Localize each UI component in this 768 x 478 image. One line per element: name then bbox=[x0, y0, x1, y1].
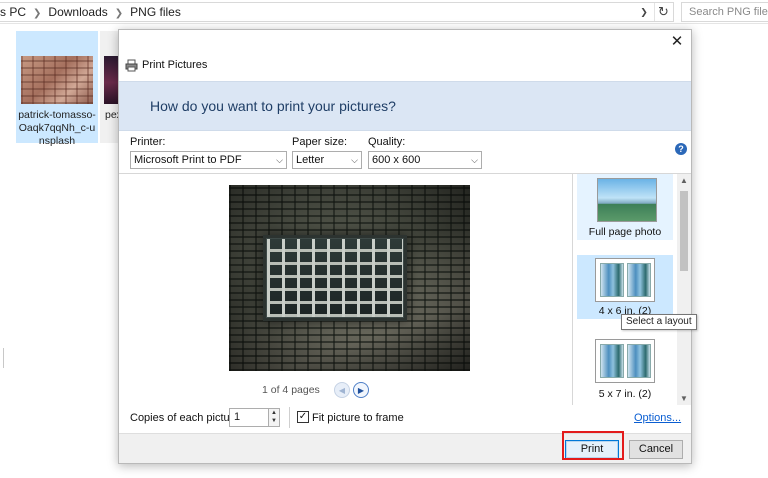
next-page-button[interactable]: ▶ bbox=[353, 382, 369, 398]
breadcrumb-png-files[interactable]: PNG files bbox=[130, 5, 181, 19]
search-placeholder: Search PNG files bbox=[689, 6, 768, 18]
page-counter: 1 of 4 pages bbox=[262, 384, 320, 396]
quality-select[interactable]: 600 x 600 ⌵ bbox=[368, 151, 482, 169]
layout-list: Full page photo 4 x 6 in. (2) 5 x 7 in. … bbox=[573, 173, 691, 405]
previous-page-button[interactable]: ◀ bbox=[334, 382, 350, 398]
layout-mini-photo bbox=[627, 263, 651, 297]
banner-question: How do you want to print your pictures? bbox=[150, 98, 396, 114]
search-input[interactable]: Search PNG files bbox=[681, 2, 768, 22]
copies-label: Copies of each picture: bbox=[130, 412, 243, 424]
quality-label: Quality: bbox=[368, 136, 406, 148]
file-thumbnail bbox=[21, 56, 93, 104]
breadcrumb-downloads[interactable]: Downloads bbox=[48, 5, 107, 19]
copies-stepper[interactable]: ▲ ▼ bbox=[268, 408, 280, 427]
cancel-button[interactable]: Cancel bbox=[629, 440, 683, 459]
quality-value: 600 x 600 bbox=[372, 154, 421, 166]
scroll-up-icon[interactable]: ▲ bbox=[677, 174, 691, 188]
chevron-down-icon: ⌵ bbox=[276, 155, 283, 165]
paper-size-select[interactable]: Letter ⌵ bbox=[292, 151, 362, 169]
layout-full-page-photo[interactable]: Full page photo bbox=[577, 174, 673, 240]
layout-thumbnail bbox=[595, 258, 655, 302]
copies-input[interactable]: 1 bbox=[229, 408, 269, 427]
print-preview: 1 of 4 pages ◀ ▶ bbox=[119, 173, 573, 405]
fit-picture-label[interactable]: Fit picture to frame bbox=[312, 412, 404, 425]
breadcrumb[interactable]: s PC ❯ Downloads ❯ PNG files ❯ ↻ bbox=[0, 2, 674, 22]
print-button-highlight bbox=[562, 431, 624, 460]
layout-thumbnail bbox=[597, 178, 657, 222]
chevron-down-icon: ⌵ bbox=[471, 155, 478, 165]
printer-icon bbox=[125, 59, 138, 72]
options-link[interactable]: Options... bbox=[634, 412, 681, 425]
help-icon[interactable]: ? bbox=[675, 143, 687, 155]
printer-select[interactable]: Microsoft Print to PDF ⌵ bbox=[130, 151, 287, 169]
divider bbox=[3, 348, 4, 368]
chevron-down-icon: ⌵ bbox=[351, 155, 358, 165]
paper-size-value: Letter bbox=[296, 154, 325, 166]
layout-label: 5 x 7 in. (2) bbox=[598, 388, 652, 400]
photo-window-bars bbox=[267, 239, 403, 317]
refresh-icon[interactable]: ↻ bbox=[654, 3, 672, 21]
breadcrumb-path: s PC ❯ Downloads ❯ PNG files bbox=[0, 3, 181, 23]
chevron-right-icon: ❯ bbox=[33, 8, 42, 19]
fit-picture-checkbox[interactable]: ✓ bbox=[297, 411, 309, 423]
printer-label: Printer: bbox=[130, 136, 166, 148]
layout-scrollbar[interactable]: ▲ ▼ bbox=[677, 174, 691, 405]
layout-label: Full page photo bbox=[588, 226, 662, 238]
printer-value: Microsoft Print to PDF bbox=[134, 154, 242, 166]
close-icon[interactable]: ✕ bbox=[669, 34, 685, 50]
paper-size-label: Paper size: bbox=[292, 136, 348, 148]
scroll-thumb[interactable] bbox=[680, 191, 688, 271]
file-name: patrick-tomasso-Oaqk7qqNh_c-unsplash bbox=[18, 109, 96, 147]
layout-thumbnail bbox=[595, 339, 655, 383]
layout-4x6[interactable]: 4 x 6 in. (2) bbox=[577, 255, 673, 319]
breadcrumb-this-pc[interactable]: s PC bbox=[0, 5, 26, 19]
layout-mini-photo bbox=[627, 344, 651, 378]
layout-mini-photo bbox=[600, 344, 624, 378]
layout-5x7[interactable]: 5 x 7 in. (2) bbox=[577, 336, 673, 400]
address-bar: s PC ❯ Downloads ❯ PNG files ❯ ↻ Search PNG … bbox=[0, 0, 768, 24]
chevron-right-icon: ❯ bbox=[114, 8, 124, 19]
print-pictures-dialog: ✕ Print Pictures How do you want to prin… bbox=[118, 29, 692, 464]
chevron-down-icon[interactable]: ▼ bbox=[269, 417, 279, 425]
divider bbox=[289, 407, 290, 428]
chevron-down-icon[interactable]: ❯ bbox=[635, 3, 653, 21]
file-item[interactable]: patrick-tomasso-Oaqk7qqNh_c-unsplash bbox=[16, 31, 98, 147]
scroll-down-icon[interactable]: ▼ bbox=[677, 392, 691, 405]
file-item[interactable]: pex bbox=[100, 31, 120, 143]
header-banner: How do you want to print your pictures? bbox=[119, 81, 691, 131]
dialog-title: Print Pictures bbox=[142, 59, 208, 71]
chevron-up-icon[interactable]: ▲ bbox=[269, 409, 279, 417]
layout-tooltip: Select a layout bbox=[621, 314, 697, 330]
preview-photo bbox=[229, 185, 470, 371]
layout-mini-photo bbox=[600, 263, 624, 297]
